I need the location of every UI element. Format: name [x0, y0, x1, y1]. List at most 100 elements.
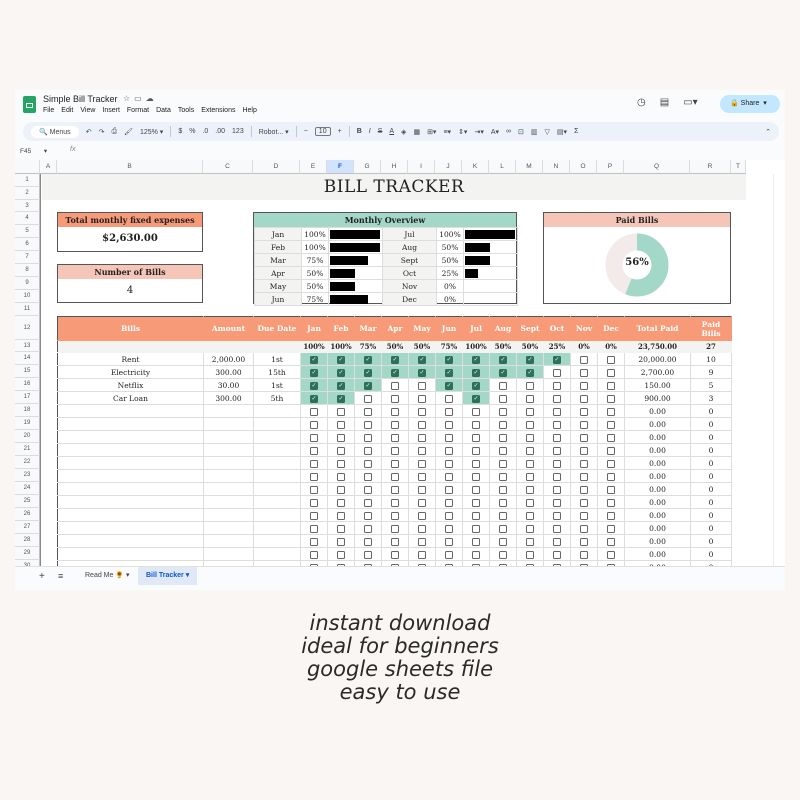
paid-checkbox-cell[interactable]: ✓ [300, 391, 328, 405]
checkbox-unchecked[interactable] [445, 407, 453, 416]
paint-format-icon[interactable]: 🖌 [124, 128, 133, 136]
checkbox-unchecked[interactable] [364, 485, 372, 494]
checkbox-unchecked[interactable] [499, 407, 507, 416]
paid-checkbox-cell[interactable] [327, 469, 355, 483]
paid-checkbox-cell[interactable] [597, 391, 625, 405]
paid-checkbox-cell[interactable] [354, 430, 382, 444]
checkbox-unchecked[interactable] [310, 524, 318, 533]
history-icon[interactable]: ◷ [637, 97, 646, 108]
paid-checkbox-cell[interactable] [516, 456, 544, 470]
comment-icon[interactable]: ⊡ [518, 128, 524, 136]
paid-checkbox-cell[interactable] [570, 417, 598, 431]
paid-checkbox-cell[interactable] [300, 521, 328, 535]
currency-button[interactable]: $ [178, 128, 182, 135]
checkbox-unchecked[interactable] [391, 420, 399, 429]
checkbox-checked[interactable]: ✓ [337, 368, 345, 377]
add-sheet-icon[interactable]: + [39, 571, 45, 582]
paid-checkbox-cell[interactable] [597, 547, 625, 561]
row-header-6[interactable]: 6 [15, 238, 40, 251]
paid-checkbox-cell[interactable] [408, 508, 436, 522]
paid-checkbox-cell[interactable] [435, 508, 463, 522]
row-header-15[interactable]: 15 [15, 365, 40, 378]
checkbox-unchecked[interactable] [607, 420, 615, 429]
checkbox-unchecked[interactable] [391, 472, 399, 481]
checkbox-unchecked[interactable] [553, 524, 561, 533]
rotate-icon[interactable]: A▾ [491, 128, 499, 136]
percent-button[interactable]: % [189, 128, 195, 135]
paid-checkbox-cell[interactable] [408, 456, 436, 470]
paid-checkbox-cell[interactable]: ✓ [300, 365, 328, 379]
checkbox-unchecked[interactable] [337, 511, 345, 520]
checkbox-unchecked[interactable] [310, 511, 318, 520]
paid-checkbox-cell[interactable] [570, 495, 598, 509]
checkbox-unchecked[interactable] [472, 446, 480, 455]
checkbox-unchecked[interactable] [472, 498, 480, 507]
paid-checkbox-cell[interactable] [462, 508, 490, 522]
row-header-28[interactable]: 28 [15, 534, 40, 547]
checkbox-unchecked[interactable] [499, 550, 507, 559]
checkbox-unchecked[interactable] [526, 485, 534, 494]
paid-checkbox-cell[interactable] [516, 495, 544, 509]
tab-read-me[interactable]: Read Me 🌻 ▾ [79, 567, 136, 585]
checkbox-unchecked[interactable] [580, 420, 588, 429]
checkbox-unchecked[interactable] [580, 511, 588, 520]
zoom-select[interactable]: 125% ▾ [140, 128, 163, 136]
checkbox-checked[interactable]: ✓ [310, 368, 318, 377]
column-header-i[interactable]: I [408, 160, 435, 174]
paid-checkbox-cell[interactable] [543, 521, 571, 535]
checkbox-checked[interactable]: ✓ [526, 368, 534, 377]
checkbox-unchecked[interactable] [580, 550, 588, 559]
checkbox-unchecked[interactable] [391, 381, 399, 390]
row-header-13[interactable]: 13 [15, 340, 40, 352]
checkbox-unchecked[interactable] [580, 537, 588, 546]
paid-checkbox-cell[interactable]: ✓ [327, 378, 355, 392]
paid-checkbox-cell[interactable] [327, 482, 355, 496]
decrease-decimal-button[interactable]: .0 [202, 128, 208, 135]
checkbox-unchecked[interactable] [607, 433, 615, 442]
paid-checkbox-cell[interactable]: ✓ [462, 378, 490, 392]
paid-checkbox-cell[interactable] [354, 391, 382, 405]
checkbox-unchecked[interactable] [472, 420, 480, 429]
column-header-g[interactable]: G [354, 160, 381, 174]
paid-checkbox-cell[interactable] [516, 521, 544, 535]
bill-due-date[interactable]: 1st [253, 352, 301, 366]
checkbox-unchecked[interactable] [337, 420, 345, 429]
checkbox-unchecked[interactable] [418, 394, 426, 403]
checkbox-unchecked[interactable] [391, 498, 399, 507]
paid-checkbox-cell[interactable] [327, 521, 355, 535]
checkbox-unchecked[interactable] [607, 394, 615, 403]
borders-icon[interactable]: ▦ [413, 128, 420, 136]
bill-due-date[interactable] [253, 417, 301, 431]
bill-amount[interactable] [203, 495, 254, 509]
paid-checkbox-cell[interactable] [597, 521, 625, 535]
paid-checkbox-cell[interactable] [516, 482, 544, 496]
paid-checkbox-cell[interactable] [489, 508, 517, 522]
paid-checkbox-cell[interactable]: ✓ [516, 365, 544, 379]
row-header-21[interactable]: 21 [15, 443, 40, 456]
checkbox-unchecked[interactable] [553, 368, 561, 377]
paid-checkbox-cell[interactable] [408, 378, 436, 392]
paid-checkbox-cell[interactable] [516, 534, 544, 548]
increase-decimal-button[interactable]: .00 [215, 128, 225, 135]
checkbox-unchecked[interactable] [580, 433, 588, 442]
valign-icon[interactable]: ⇕▾ [458, 128, 467, 136]
checkbox-unchecked[interactable] [418, 420, 426, 429]
paid-checkbox-cell[interactable]: ✓ [354, 365, 382, 379]
checkbox-unchecked[interactable] [445, 498, 453, 507]
bill-due-date[interactable] [253, 430, 301, 444]
paid-checkbox-cell[interactable] [597, 430, 625, 444]
checkbox-unchecked[interactable] [391, 459, 399, 468]
checkbox-checked[interactable]: ✓ [337, 381, 345, 390]
bill-amount[interactable] [203, 417, 254, 431]
checkbox-checked[interactable]: ✓ [310, 381, 318, 390]
checkbox-unchecked[interactable] [445, 537, 453, 546]
number-format-button[interactable]: 123 [232, 128, 244, 135]
bill-due-date[interactable] [253, 443, 301, 457]
bill-amount[interactable] [203, 430, 254, 444]
checkbox-unchecked[interactable] [337, 433, 345, 442]
checkbox-unchecked[interactable] [553, 459, 561, 468]
row-header-24[interactable]: 24 [15, 482, 40, 495]
checkbox-unchecked[interactable] [499, 472, 507, 481]
checkbox-unchecked[interactable] [472, 472, 480, 481]
checkbox-unchecked[interactable] [607, 498, 615, 507]
